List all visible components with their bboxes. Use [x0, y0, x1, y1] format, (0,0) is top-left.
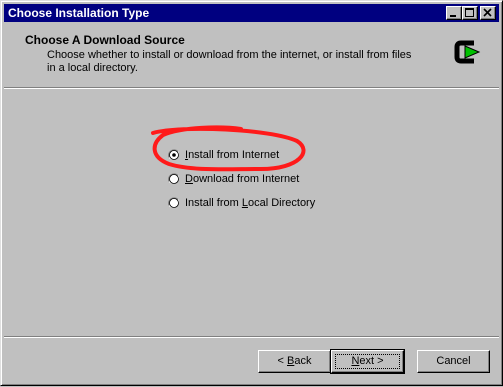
- cygwin-logo-icon: [454, 40, 481, 64]
- radio-unselected-icon: [168, 197, 179, 208]
- title-bar[interactable]: Choose Installation Type: [4, 4, 499, 22]
- maximize-icon: [465, 8, 474, 17]
- close-button[interactable]: [480, 6, 496, 20]
- radio-selected-icon: [168, 149, 179, 160]
- footer-separator: [4, 336, 499, 338]
- cancel-button[interactable]: Cancel: [417, 350, 490, 373]
- back-button[interactable]: < Back: [258, 350, 331, 373]
- next-button[interactable]: Next >: [330, 349, 405, 374]
- close-icon: [483, 8, 492, 17]
- header-separator: [4, 87, 499, 89]
- maximize-button[interactable]: [462, 6, 478, 20]
- page-description: Choose whether to install or download fr…: [47, 49, 412, 74]
- page-header: Choose A Download Source Choose whether …: [4, 23, 499, 87]
- minimize-button[interactable]: [446, 6, 462, 20]
- window-title: Choose Installation Type: [8, 6, 150, 20]
- radio-label: Download from Internet: [185, 173, 300, 185]
- page-title: Choose A Download Source: [25, 33, 185, 47]
- radio-label: Install from Internet: [185, 149, 280, 161]
- radio-unselected-icon: [168, 173, 179, 184]
- installer-window: Choose Installation Type Choose A Downlo…: [0, 0, 503, 386]
- minimize-icon: [450, 15, 456, 17]
- radio-label: Install from Local Directory: [185, 197, 316, 209]
